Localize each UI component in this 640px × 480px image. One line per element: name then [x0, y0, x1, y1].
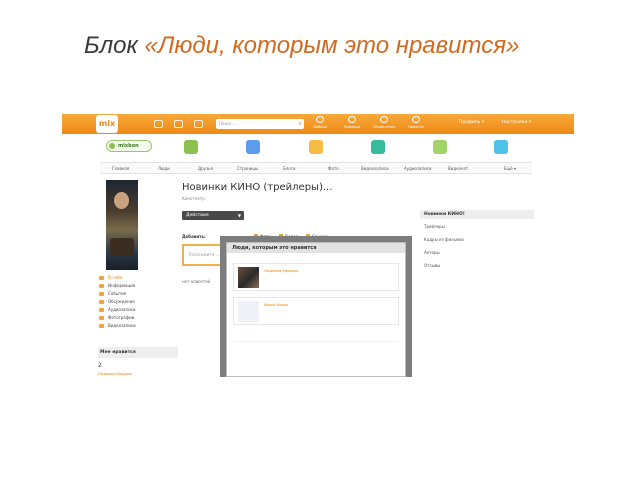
mixbon-label: mixbon — [118, 143, 139, 149]
chevron-down-icon: ▼ — [237, 213, 241, 218]
left-menu-videos[interactable]: Видеозаписи — [98, 322, 178, 330]
modal-person-row[interactable]: Ирина Ходко — [233, 297, 399, 325]
nav-ads-label: Объявления — [372, 125, 396, 129]
right-link-trailers[interactable]: Трейлеры — [424, 224, 445, 229]
ads-icon — [380, 116, 388, 123]
search-icon[interactable]: ⌕ — [299, 120, 302, 128]
app-map-icon[interactable] — [433, 140, 447, 154]
screenshot: mix Поиск... ⌕ Мобиль Ярмарка Объявления … — [62, 114, 574, 377]
main-menu: Главная Люди Друзья Страницы Блоги Фото … — [100, 162, 532, 174]
left-menu-discussions-label: Обсуждения — [108, 299, 135, 304]
right-link-actors[interactable]: Актеры — [424, 250, 440, 255]
modal-divider — [233, 341, 399, 342]
audio-icon — [99, 308, 104, 312]
likes-header: Мне нравится — [98, 347, 178, 358]
slide-title-quoted: «Люди, которым это нравится» — [144, 32, 520, 59]
info-icon — [99, 284, 104, 288]
settings-menu[interactable]: Настройки ▾ — [502, 120, 531, 125]
search-input[interactable]: Поиск... ⌕ — [216, 119, 304, 129]
app-person-icon[interactable] — [494, 140, 508, 154]
modal-person-name[interactable]: Ирина Ходко — [264, 303, 288, 307]
actions-dropdown[interactable]: Действия ▼ — [182, 211, 244, 220]
likes-count: 2 — [98, 362, 102, 369]
mixbon-button[interactable]: mixbon — [106, 140, 152, 152]
menu-audio[interactable]: Аудиозаписи — [404, 166, 432, 171]
play-icon[interactable] — [154, 120, 163, 128]
group-poster[interactable] — [106, 180, 138, 270]
search-placeholder: Поиск... — [219, 121, 236, 126]
add-label: Добавить: — [182, 234, 206, 239]
menu-people[interactable]: Люди — [158, 166, 170, 171]
mobile-icon — [316, 116, 324, 123]
likes-modal: Люди, которым это нравится Людмила Корди… — [226, 242, 406, 377]
app-money-icon[interactable] — [371, 140, 385, 154]
right-link-reviews[interactable]: Отзывы — [424, 263, 440, 268]
nav-news[interactable]: Новости — [403, 116, 429, 129]
nav-news-label: Новости — [408, 125, 424, 129]
menu-videochat[interactable]: Видеочат — [448, 166, 468, 171]
mail-icon[interactable] — [174, 120, 183, 128]
photos-icon — [99, 316, 104, 320]
app-weather-icon[interactable] — [309, 140, 323, 154]
nav-mobile[interactable]: Мобиль — [307, 116, 333, 129]
left-menu-photos[interactable]: Фотографии — [98, 314, 178, 322]
left-menu-videos-label: Видеозаписи — [108, 323, 136, 328]
group-subtitle: Кинотеатр — [182, 196, 205, 201]
left-menu-info-label: Информация — [108, 283, 136, 288]
fair-icon — [348, 116, 356, 123]
menu-more[interactable]: Ещё ▾ — [504, 166, 516, 171]
poster-face — [114, 192, 129, 209]
avatar[interactable] — [238, 301, 259, 322]
left-menu-events[interactable]: События — [98, 290, 178, 298]
news-icon — [412, 116, 420, 123]
nav-fair[interactable]: Ярмарка — [339, 116, 365, 129]
modal-person-row[interactable]: Людмила Кордина — [233, 263, 399, 291]
top-bar: mix Поиск... ⌕ Мобиль Ярмарка Объявления … — [62, 114, 574, 134]
app-bar: mixbon — [62, 134, 574, 162]
left-menu-audio-label: Аудиозаписи — [108, 307, 136, 312]
left-menu-about-label: О себе — [108, 275, 123, 280]
videos-icon — [99, 324, 104, 328]
menu-friends[interactable]: Друзья — [198, 166, 213, 171]
modal-title: Люди, которым это нравится — [227, 243, 405, 253]
left-menu-events-label: События — [108, 291, 127, 296]
likes-person-link[interactable]: Людмила Кордина — [98, 372, 132, 376]
app-calendar-icon[interactable] — [246, 140, 260, 154]
poster-train — [110, 238, 134, 256]
menu-pages[interactable]: Страницы — [237, 166, 258, 171]
right-link-stills[interactable]: Кадры из фильмов — [424, 237, 464, 242]
avatar[interactable] — [238, 267, 259, 288]
group-title: Новинки КИНО (трейлеры)... — [182, 182, 333, 193]
left-menu: О себе Информация События Обсуждения Ауд… — [98, 274, 178, 330]
slide-title-prefix: Блок — [84, 32, 145, 59]
modal-person-name[interactable]: Людмила Кордина — [264, 269, 298, 273]
nav-mobile-label: Мобиль — [313, 125, 327, 129]
mixbon-icon — [109, 143, 115, 149]
discussions-icon — [99, 300, 104, 304]
left-menu-info[interactable]: Информация — [98, 282, 178, 290]
menu-photos[interactable]: Фото — [328, 166, 339, 171]
events-icon — [99, 292, 104, 296]
no-news-text: нет новостей — [182, 279, 211, 284]
left-menu-audio[interactable]: Аудиозаписи — [98, 306, 178, 314]
profile-menu[interactable]: Профиль ▾ — [459, 120, 484, 125]
nav-ads[interactable]: Объявления — [371, 116, 397, 129]
mix-logo[interactable]: mix — [96, 115, 118, 133]
app-stats-icon[interactable] — [184, 140, 198, 154]
menu-blogs[interactable]: Блоги — [283, 166, 295, 171]
nav-fair-label: Ярмарка — [344, 125, 360, 129]
menu-home[interactable]: Главная — [112, 166, 129, 171]
post-placeholder: Расскажите ... — [189, 252, 220, 257]
about-icon — [99, 276, 104, 280]
actions-label: Действия — [186, 213, 209, 218]
lock-icon[interactable] — [194, 120, 203, 128]
left-menu-discussions[interactable]: Обсуждения — [98, 298, 178, 306]
left-menu-photos-label: Фотографии — [108, 315, 135, 320]
right-sidebar-header: Новинки КИНО! — [420, 210, 534, 219]
left-menu-about[interactable]: О себе — [98, 274, 178, 282]
slide-title: Блок «Люди, которым это нравится» — [84, 32, 519, 60]
menu-videos[interactable]: Видеозаписи — [361, 166, 389, 171]
